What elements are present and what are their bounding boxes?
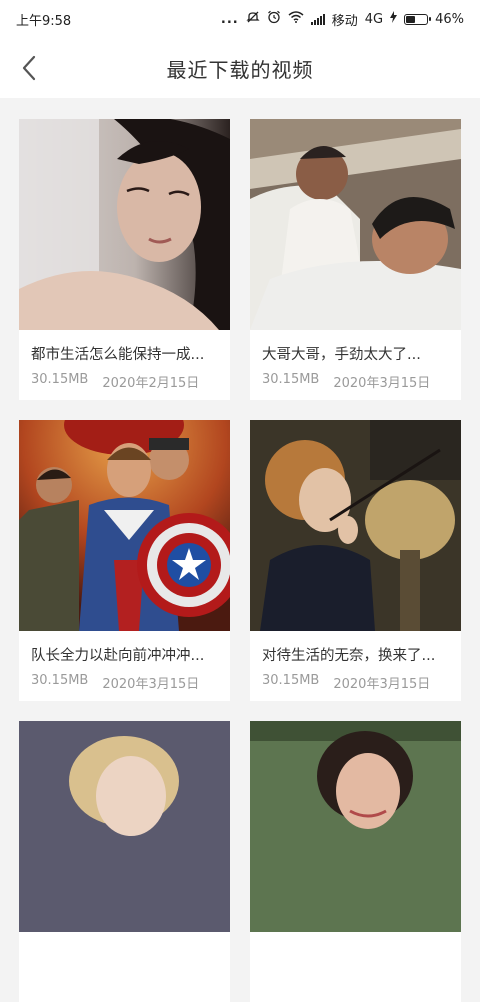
- video-size: 30.15MB: [262, 673, 320, 688]
- video-card[interactable]: [250, 721, 461, 1002]
- video-meta: 30.15MB 2020年3月15日: [250, 364, 461, 391]
- video-size: 30.15MB: [31, 372, 89, 387]
- video-date: 2020年2月15日: [102, 376, 200, 391]
- video-title: 对待生活的无奈，换来了...: [262, 648, 436, 664]
- carrier-label: 移动: [331, 13, 358, 29]
- video-thumbnail[interactable]: [19, 721, 230, 932]
- video-date: 2020年3月15日: [333, 677, 431, 692]
- wifi-icon: [288, 11, 304, 27]
- battery-icon: [404, 13, 432, 25]
- video-grid: 都市生活怎么能保持一成... 30.15MB 2020年2月15日 大哥大哥，手…: [0, 98, 480, 1002]
- status-time: 上午9:58: [16, 13, 72, 29]
- video-meta: 30.15MB 2020年3月15日: [19, 665, 230, 692]
- status-icons: ... 移动 4G 46%: [221, 10, 464, 29]
- notification-dots: ...: [220, 11, 239, 27]
- video-thumbnail[interactable]: [250, 721, 461, 932]
- video-card[interactable]: [19, 721, 230, 1002]
- video-date: 2020年3月15日: [102, 677, 200, 692]
- video-title: 大哥大哥，手劲太大了...: [262, 347, 421, 363]
- status-bar: 上午9:58 ... 移动 4G 46%: [0, 0, 480, 38]
- mute-icon: [246, 10, 260, 28]
- video-card[interactable]: 对待生活的无奈，换来了... 30.15MB 2020年3月15日: [250, 420, 461, 701]
- video-date: 2020年3月15日: [333, 376, 431, 391]
- battery-percent: 46%: [435, 11, 464, 27]
- network-label: 4G: [364, 11, 384, 27]
- video-meta: 30.15MB 2020年2月15日: [19, 364, 230, 391]
- video-size: 30.15MB: [31, 673, 89, 688]
- video-title: 队长全力以赴向前冲冲冲...: [31, 648, 205, 664]
- video-thumbnail[interactable]: [19, 420, 230, 631]
- signal-icon: [310, 13, 325, 25]
- page-title: 最近下载的视频: [166, 57, 314, 82]
- chevron-left-icon: [22, 55, 36, 81]
- video-card[interactable]: 都市生活怎么能保持一成... 30.15MB 2020年2月15日: [19, 119, 230, 400]
- video-card[interactable]: 大哥大哥，手劲太大了... 30.15MB 2020年3月15日: [250, 119, 461, 400]
- alarm-icon: [267, 10, 281, 28]
- video-title: 都市生活怎么能保持一成...: [31, 347, 205, 363]
- video-thumbnail[interactable]: [19, 119, 230, 330]
- video-meta: 30.15MB 2020年3月15日: [250, 665, 461, 692]
- video-size: 30.15MB: [262, 372, 320, 387]
- back-button[interactable]: [14, 52, 46, 84]
- video-thumbnail[interactable]: [250, 119, 461, 330]
- charging-icon: [390, 11, 398, 27]
- video-card[interactable]: 队长全力以赴向前冲冲冲... 30.15MB 2020年3月15日: [19, 420, 230, 701]
- title-bar: 最近下载的视频: [0, 38, 480, 98]
- video-thumbnail[interactable]: [250, 420, 461, 631]
